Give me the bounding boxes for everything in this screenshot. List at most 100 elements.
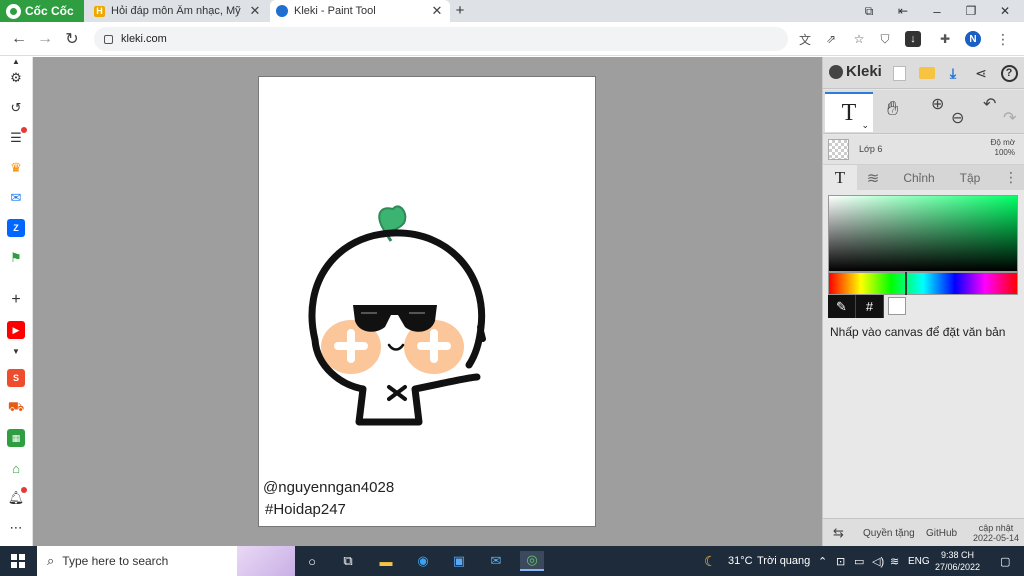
task-view-icon[interactable]: ⧉ [336,551,360,571]
add-shortcut-icon[interactable]: + [7,291,25,309]
weather-temp[interactable]: 31°C [728,546,753,576]
new-file-icon [892,65,906,81]
tab-hoidap[interactable]: H Hỏi đáp môn Âm nhạc, Mỹ thuật ✕ [88,0,268,22]
tab-edit[interactable]: Chỉnh [893,165,945,190]
layer-opacity[interactable]: Độ mờ 100% [991,138,1015,158]
messenger-icon[interactable]: ✉ [7,189,25,207]
eyedropper-icon[interactable]: ✎ [828,295,856,318]
crown-icon[interactable]: ♛ [7,159,25,177]
download-icon[interactable]: ↓ [905,31,921,47]
panel-tabs: T ≋ Chỉnh Tập ⋮ [823,165,1024,190]
extensions-icon[interactable]: ✚ [937,31,953,47]
redo-icon[interactable]: ↷ [1003,108,1016,128]
address-bar[interactable]: kleki.com [94,27,788,51]
clock[interactable]: 9:38 CH 27/06/2022 [935,549,980,573]
edge-icon[interactable]: ◉ [411,551,435,571]
minimize-icon[interactable]: – [920,0,954,22]
close-tab-icon[interactable]: ✕ [430,3,444,19]
shopping-cart-icon[interactable]: ⛟ [7,399,25,417]
battery-icon[interactable]: ▭ [854,546,864,576]
share-icon[interactable]: ⋖ [971,63,991,83]
weather-moon-icon[interactable]: ☾ [704,546,717,576]
new-tab-button[interactable]: + [452,0,468,22]
tab-search-icon[interactable]: ⧉ [852,0,886,22]
chevron-down-icon[interactable]: ⌄ [861,120,869,131]
tray-overflow-icon[interactable]: ⌃ [818,546,827,576]
store-icon[interactable]: ▣ [447,551,471,571]
reload-button[interactable]: ↻ [61,28,83,50]
scroll-down-icon[interactable]: ▼ [7,347,25,356]
reading-list-icon[interactable]: ☰ [7,127,27,147]
canvas-workspace[interactable]: @nguyenngan4028 #Hoidap247 [33,57,822,546]
game-controller-icon[interactable]: ⚑ [7,249,25,267]
kleki-logo[interactable]: Kleki [829,63,882,80]
forward-button[interactable]: → [34,28,56,50]
mouth [387,343,405,351]
zoom-in-icon[interactable]: ⊕ [931,94,944,114]
more-icon[interactable]: ⋯ [7,519,25,537]
back-button[interactable]: ← [8,28,30,50]
sheets-icon[interactable]: ▦ [7,429,25,447]
network-icon[interactable]: ⊡ [836,546,845,576]
menu-icon[interactable]: ⋮ [995,31,1011,47]
share-icon[interactable]: ⇗ [823,31,839,47]
current-color-swatch[interactable] [888,297,906,315]
help-icon: ? [1000,64,1018,82]
close-window-icon[interactable]: ✕ [988,0,1022,22]
youtube-icon[interactable]: ▶ [7,321,25,339]
shield-icon[interactable]: ⛉ [877,31,893,47]
close-tab-icon[interactable]: ✕ [248,3,262,19]
text-tool-button[interactable]: T ⌄ [825,92,873,132]
translate-icon[interactable]: 文 [797,31,813,47]
windows-start-icon[interactable] [11,554,25,568]
coccoc-hat-icon[interactable]: ⌂ [7,459,25,477]
hex-input-button[interactable]: # [856,295,884,318]
file-explorer-icon[interactable]: ▬ [374,551,398,571]
wifi-icon[interactable]: ≋ [890,546,899,576]
undo-icon[interactable]: ↶ [983,94,996,114]
volume-icon[interactable]: ◁) [872,546,884,576]
language-indicator[interactable]: ENG [908,546,930,576]
hue-slider[interactable] [828,272,1018,295]
tab-kleki[interactable]: Kleki - Paint Tool ✕ [270,0,450,22]
profile-avatar[interactable]: N [965,31,981,47]
new-image-button[interactable] [889,63,909,83]
zalo-icon[interactable]: Z [7,219,25,237]
tab-text-settings[interactable]: T [823,165,857,190]
weather-desc[interactable]: Trời quang [757,546,810,576]
search-highlight-image [237,546,295,576]
hue-slider-handle[interactable] [905,272,907,295]
kleki-panel: Kleki ⤓ ⋖ ? T ⌄ ✋︎ ⊕ ⊖ ↶ ↷ Lớp 6 Độ mờ 1… [822,57,1024,546]
help-button[interactable]: ? [999,63,1019,83]
open-image-button[interactable] [917,63,937,83]
notifications-icon[interactable]: ▢ [1000,546,1010,576]
search-placeholder: Type here to search [62,554,169,568]
bookmark-star-icon[interactable]: ☆ [851,31,867,47]
cortana-icon[interactable]: ○ [300,551,324,571]
notification-bell-icon[interactable]: 🔔︎ [7,487,27,507]
changelog-link[interactable]: cập nhật 2022-05-14 [969,519,1023,547]
mail-icon[interactable]: ✉ [484,551,508,571]
history-icon[interactable]: ↺ [7,99,25,117]
drawing-canvas[interactable]: @nguyenngan4028 #Hoidap247 [258,76,596,527]
restore-icon[interactable]: ❐ [954,0,988,22]
hand-tool-icon[interactable]: ✋︎ [887,98,898,121]
more-options-icon[interactable]: ⋮ [999,165,1023,190]
tab-layers-icon[interactable]: ≋ [857,165,889,190]
zoom-out-icon[interactable]: ⊖ [951,108,964,128]
github-link[interactable]: GitHub [926,519,957,547]
color-tools: ✎ # [828,295,906,318]
credits-link[interactable]: Quyền tặng [863,519,915,547]
layer-row[interactable]: Lớp 6 Độ mờ 100% [823,135,1024,165]
settings-gear-icon[interactable]: ⚙ [7,69,25,87]
scroll-up-icon[interactable]: ▲ [7,57,25,66]
minimize-to-tray-icon[interactable]: ⇤ [886,0,920,22]
taskbar-search[interactable]: ⌕ Type here to search [37,546,295,576]
shopee-icon[interactable]: S [7,369,25,387]
color-saturation-picker[interactable] [828,195,1018,272]
save-download-icon[interactable]: ⤓ [943,63,963,83]
tab-file[interactable]: Tập [947,165,993,190]
coccoc-taskbar-icon[interactable]: ◎ [520,551,544,571]
swap-icon[interactable]: ⇆ [833,519,844,547]
coccoc-menu-button[interactable]: Cốc Cốc [0,0,84,22]
